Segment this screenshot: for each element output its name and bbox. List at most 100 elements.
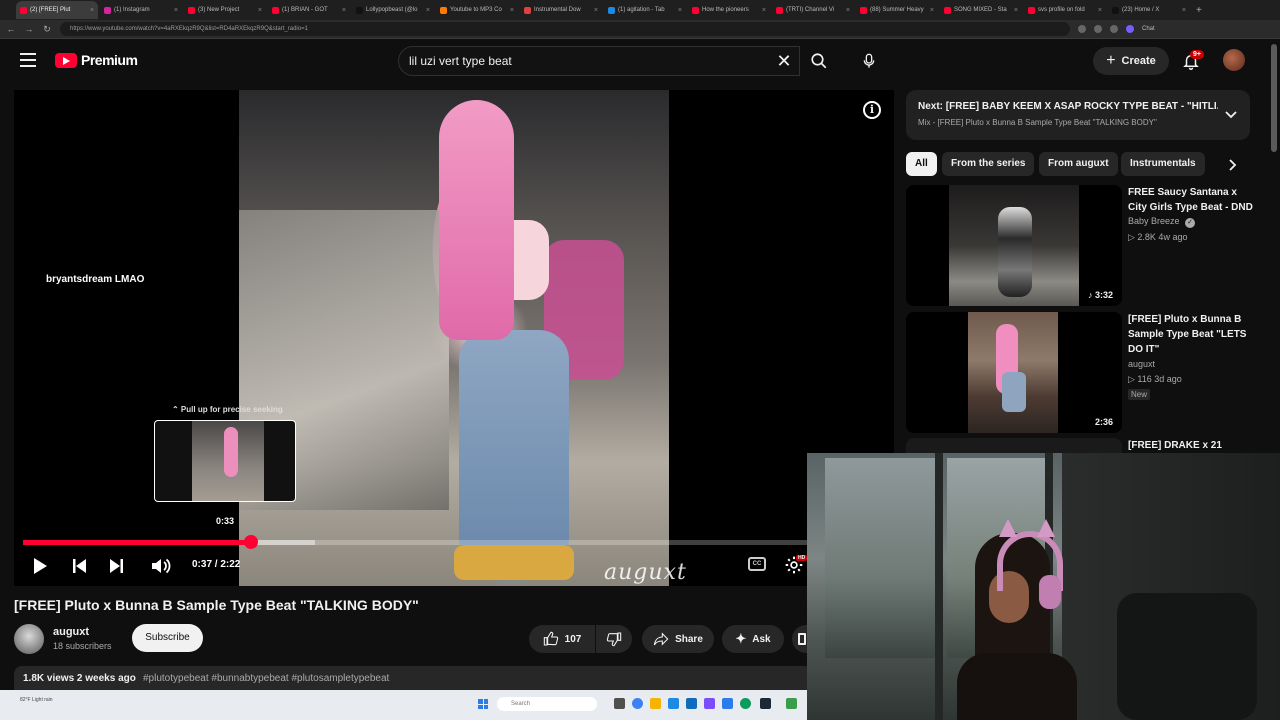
account-avatar[interactable]: [1223, 49, 1245, 71]
browser-tab[interactable]: Instrumental Dow ×: [520, 1, 602, 19]
browser-tab[interactable]: (1) Instagram ×: [100, 1, 182, 19]
browser-tab[interactable]: How the pioneers ×: [688, 1, 770, 19]
tab-close-icon[interactable]: ×: [426, 7, 430, 14]
recommendation-thumbnail[interactable]: ♪ 3:32: [906, 185, 1122, 306]
taskbar-search[interactable]: Search: [497, 697, 597, 711]
extension-icon[interactable]: [1110, 25, 1118, 33]
steam-icon[interactable]: [760, 698, 771, 709]
cat-ear-image: [999, 519, 1017, 537]
windows-start-icon[interactable]: [478, 699, 488, 709]
chevron-right-icon[interactable]: [1226, 158, 1240, 172]
voice-search-button[interactable]: [854, 46, 884, 76]
subtitles-icon[interactable]: CC: [748, 557, 766, 571]
channel-avatar[interactable]: [14, 624, 44, 654]
recommendation-thumbnail[interactable]: [906, 438, 1122, 454]
mail-icon[interactable]: [686, 698, 697, 709]
thumbs-down-icon: [606, 632, 622, 647]
forward-icon[interactable]: →: [24, 24, 34, 34]
chevron-down-icon[interactable]: [1224, 108, 1238, 122]
browser-tab[interactable]: (3) New Project ×: [184, 1, 266, 19]
tab-close-icon[interactable]: ×: [762, 7, 766, 14]
taskbar-weather[interactable]: 82°F Light rain: [20, 697, 53, 703]
youtube-premium-logo[interactable]: Premium: [55, 52, 138, 68]
ask-button[interactable]: ✦ Ask: [722, 625, 784, 653]
profile-label[interactable]: Chat: [1142, 26, 1155, 32]
profile-icon[interactable]: [1126, 25, 1134, 33]
cat-ear-image: [1037, 519, 1055, 537]
scrollbar-thumb[interactable]: [1271, 44, 1277, 152]
edge-icon[interactable]: [740, 698, 751, 709]
subscribe-button[interactable]: Subscribe: [132, 624, 203, 652]
tab-favicon-icon: [440, 6, 447, 14]
play-icon[interactable]: [30, 556, 50, 576]
hashtags[interactable]: #plutotypebeat #bunnabtypebeat #plutosam…: [143, 673, 389, 684]
tab-favicon-icon: [1028, 6, 1035, 14]
search-input[interactable]: lil uzi vert type beat: [398, 46, 800, 76]
chip-all[interactable]: All: [906, 152, 937, 176]
tab-label: How the pioneers: [702, 7, 749, 13]
browser-tab[interactable]: Youtube to MP3 Co ×: [436, 1, 518, 19]
recommendation-title[interactable]: [FREE] DRAKE x 21: [1128, 440, 1222, 451]
notification-badge: 9+: [1190, 50, 1204, 59]
tab-close-icon[interactable]: ×: [678, 7, 682, 14]
chip-instrumentals[interactable]: Instrumentals: [1121, 152, 1205, 176]
browser-tab[interactable]: (TRTI) Channel Vi ×: [772, 1, 854, 19]
video-player[interactable]: auguxt bryantsdream LMAO i ⌃ Pull up for…: [14, 90, 894, 586]
chrome-icon[interactable]: [632, 698, 643, 709]
browser-tab[interactable]: SONG MIXED - Sta ×: [940, 1, 1022, 19]
tab-close-icon[interactable]: ×: [174, 7, 178, 14]
tab-label: (1) agitation - Tab: [618, 7, 665, 13]
clear-search-icon[interactable]: ✕: [774, 50, 794, 72]
task-view-icon[interactable]: [614, 698, 625, 709]
browser-tab[interactable]: (1) agitation - Tab ×: [604, 1, 686, 19]
recommendation-thumbnail[interactable]: 2:36: [906, 312, 1122, 433]
browser-tab[interactable]: (88) Summer Heavy ×: [856, 1, 938, 19]
tab-favicon-icon: [1112, 6, 1119, 14]
youtube-header: Premium lil uzi vert type beat ✕ + Creat…: [0, 40, 1268, 82]
tab-close-icon[interactable]: ×: [510, 7, 514, 14]
volume-icon[interactable]: [150, 556, 172, 576]
address-bar[interactable]: https://www.youtube.com/watch?v=4aRXEkqz…: [60, 22, 1070, 36]
info-icon[interactable]: i: [863, 101, 881, 119]
up-next-card[interactable]: [906, 90, 1250, 140]
store-icon[interactable]: [668, 698, 679, 709]
overlay-caption: bryantsdream LMAO: [46, 274, 145, 285]
progress-bar[interactable]: [23, 540, 883, 545]
extension-icon[interactable]: [1094, 25, 1102, 33]
previous-icon[interactable]: [70, 557, 90, 575]
tab-close-icon[interactable]: ×: [1182, 7, 1186, 14]
scrubber-handle[interactable]: [243, 535, 258, 549]
browser-tab[interactable]: Lollypopbeast (@lo ×: [352, 1, 434, 19]
back-icon[interactable]: ←: [6, 24, 16, 34]
new-tab-icon[interactable]: +: [1196, 5, 1202, 16]
create-button[interactable]: + Create: [1093, 47, 1169, 75]
tab-close-icon[interactable]: ×: [846, 7, 850, 14]
chip-from-auguxt[interactable]: From auguxt: [1039, 152, 1118, 176]
share-button[interactable]: Share: [642, 625, 714, 653]
browser-tab[interactable]: (23) Home / X ×: [1108, 1, 1190, 19]
dislike-button[interactable]: [596, 625, 632, 653]
browser-tab[interactable]: (2) [FREE] Plut ×: [16, 1, 98, 19]
tab-close-icon[interactable]: ×: [930, 7, 934, 14]
app-icon[interactable]: [722, 698, 733, 709]
reload-icon[interactable]: ↻: [42, 24, 52, 35]
browser-tab[interactable]: svs profile on fold ×: [1024, 1, 1106, 19]
tab-close-icon[interactable]: ×: [342, 7, 346, 14]
file-explorer-icon[interactable]: [650, 698, 661, 709]
channel-name[interactable]: auguxt: [53, 626, 89, 638]
browser-tab[interactable]: (1) BRIAN - GOT ×: [268, 1, 350, 19]
tab-close-icon[interactable]: ×: [1098, 7, 1102, 14]
app-icon[interactable]: [786, 698, 797, 709]
search-button[interactable]: [800, 46, 838, 76]
tab-close-icon[interactable]: ×: [258, 7, 262, 14]
tab-close-icon[interactable]: ×: [1014, 7, 1018, 14]
chip-from-the-series[interactable]: From the series: [942, 152, 1035, 176]
extension-icon[interactable]: [1078, 25, 1086, 33]
tab-close-icon[interactable]: ×: [594, 7, 598, 14]
tab-favicon-icon: [188, 6, 195, 14]
next-icon[interactable]: [106, 557, 126, 575]
menu-icon[interactable]: [20, 53, 36, 67]
app-icon[interactable]: [704, 698, 715, 709]
tab-close-icon[interactable]: ×: [90, 7, 94, 14]
like-button[interactable]: 107: [529, 625, 595, 653]
